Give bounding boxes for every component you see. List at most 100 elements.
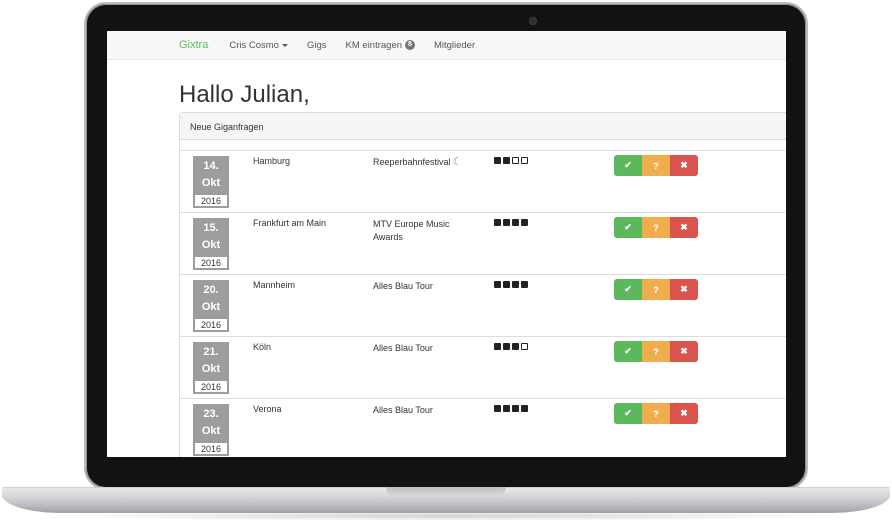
accept-button[interactable]: ✔ bbox=[614, 217, 642, 238]
date-year: 2016 bbox=[194, 380, 228, 393]
date-day: 21. bbox=[203, 346, 219, 358]
decline-button[interactable]: ✖ bbox=[670, 403, 698, 424]
date-box: 23. Okt 2016 bbox=[193, 404, 229, 456]
brand-link[interactable]: Gixtra bbox=[179, 39, 208, 51]
date-month: Okt bbox=[201, 301, 221, 313]
nav-item-gigs[interactable]: Gigs bbox=[307, 40, 327, 51]
decline-button[interactable]: ✖ bbox=[670, 279, 698, 300]
km-count-badge: 8 bbox=[405, 40, 415, 50]
decline-button[interactable]: ✖ bbox=[670, 341, 698, 362]
gig-event-name: Alles Blau Tour bbox=[373, 405, 433, 415]
accept-button[interactable]: ✔ bbox=[614, 155, 642, 176]
rating-dot bbox=[494, 405, 501, 412]
user-dropdown-label: Cris Cosmo bbox=[229, 39, 279, 51]
nav-item-km-label: KM eintragen bbox=[345, 39, 403, 51]
rating-dot bbox=[503, 343, 510, 350]
rating-dot bbox=[521, 343, 528, 350]
date-year: 2016 bbox=[194, 318, 228, 331]
rating-dot bbox=[494, 219, 501, 226]
gig-row: 14. Okt 2016 Hamburg Reeperbahnfestival ☾ ✔? ✖ bbox=[180, 150, 786, 212]
maybe-button[interactable]: ? bbox=[642, 403, 670, 424]
date-box: 20. Okt 2016 bbox=[193, 280, 229, 332]
maybe-button[interactable]: ? bbox=[642, 341, 670, 362]
response-buttons: ✔? ✖ bbox=[614, 217, 698, 238]
panel-heading: Neue Giganfragen bbox=[180, 113, 786, 140]
gig-requests-panel: Neue Giganfragen 14. Okt 2016 Hamburg Reeper… bbox=[179, 112, 786, 457]
date-year: 2016 bbox=[194, 256, 228, 269]
gig-event: Reeperbahnfestival ☾ bbox=[373, 156, 473, 169]
decline-button[interactable]: ✖ bbox=[670, 217, 698, 238]
camera-icon bbox=[529, 17, 537, 25]
rating-dot bbox=[512, 281, 519, 288]
rating bbox=[494, 405, 528, 412]
chevron-down-icon bbox=[281, 43, 288, 47]
date-day: 14. bbox=[203, 160, 219, 172]
rating-dot bbox=[521, 405, 528, 412]
rating-dot bbox=[512, 157, 519, 164]
gig-event: MTV Europe Music Awards bbox=[373, 218, 473, 244]
user-dropdown[interactable]: Cris Cosmo bbox=[229, 40, 288, 51]
navbar: Gixtra Cris Cosmo Gigs KM eintragen 8 Mi… bbox=[107, 31, 786, 60]
laptop-notch bbox=[386, 487, 506, 497]
gig-city: Hamburg bbox=[253, 156, 291, 166]
rating-dot bbox=[503, 157, 510, 164]
nav-item-km[interactable]: KM eintragen 8 bbox=[346, 40, 415, 51]
rating-dot bbox=[494, 157, 501, 164]
gig-event-name: Alles Blau Tour bbox=[373, 343, 433, 353]
rating-dot bbox=[494, 281, 501, 288]
date-box: 21. Okt 2016 bbox=[193, 342, 229, 394]
moon-icon: ☾ bbox=[452, 156, 463, 168]
gig-row: 23. Okt 2016 Verona Alles Blau Tour ✔? ✖ bbox=[180, 398, 786, 457]
date-box: 15. Okt 2016 bbox=[193, 218, 229, 270]
accept-button[interactable]: ✔ bbox=[614, 403, 642, 424]
rating-dot bbox=[521, 219, 528, 226]
date-month: Okt bbox=[201, 425, 221, 437]
gig-event: Alles Blau Tour bbox=[373, 280, 473, 293]
maybe-button[interactable]: ? bbox=[642, 217, 670, 238]
gig-event: Alles Blau Tour bbox=[373, 404, 473, 417]
maybe-button[interactable]: ? bbox=[642, 155, 670, 176]
response-buttons: ✔? ✖ bbox=[614, 155, 698, 176]
response-buttons: ✔? ✖ bbox=[614, 341, 698, 362]
accept-button[interactable]: ✔ bbox=[614, 279, 642, 300]
rating-dot bbox=[512, 219, 519, 226]
date-day: 20. bbox=[203, 284, 219, 296]
rating-dot bbox=[503, 219, 510, 226]
rating-dot bbox=[521, 281, 528, 288]
rating bbox=[494, 343, 528, 350]
response-buttons: ✔? ✖ bbox=[614, 279, 698, 300]
gig-row: 15. Okt 2016 Frankfurt am Main MTV Europe Mu… bbox=[180, 212, 786, 274]
rating bbox=[494, 219, 528, 226]
gig-city: Frankfurt am Main bbox=[253, 218, 327, 228]
gig-event-name: Reeperbahnfestival bbox=[373, 157, 451, 167]
accept-button[interactable]: ✔ bbox=[614, 341, 642, 362]
screen: Gixtra Cris Cosmo Gigs KM eintragen 8 Mi… bbox=[107, 31, 786, 457]
rating-dot bbox=[503, 405, 510, 412]
decline-button[interactable]: ✖ bbox=[670, 155, 698, 176]
gig-city: Köln bbox=[253, 342, 272, 352]
gig-event-name: MTV Europe Music Awards bbox=[373, 219, 450, 242]
date-year: 2016 bbox=[194, 442, 228, 455]
date-month: Okt bbox=[201, 177, 221, 189]
rating-dot bbox=[503, 281, 510, 288]
date-box: 14. Okt 2016 bbox=[193, 156, 229, 208]
date-day: 15. bbox=[203, 222, 219, 234]
page-title: Hallo Julian, bbox=[179, 81, 310, 108]
gig-row: 21. Okt 2016 Köln Alles Blau Tour ✔? ✖ bbox=[180, 336, 786, 398]
date-year: 2016 bbox=[194, 194, 228, 207]
rating-dot bbox=[512, 405, 519, 412]
date-day: 23. bbox=[203, 408, 219, 420]
nav-item-members[interactable]: Mitglieder bbox=[434, 40, 475, 51]
rating bbox=[494, 157, 528, 164]
gig-event-name: Alles Blau Tour bbox=[373, 281, 433, 291]
maybe-button[interactable]: ? bbox=[642, 279, 670, 300]
rating-dot bbox=[494, 343, 501, 350]
gig-city: Mannheim bbox=[253, 280, 296, 290]
date-month: Okt bbox=[201, 239, 221, 251]
response-buttons: ✔? ✖ bbox=[614, 403, 698, 424]
gig-row: 20. Okt 2016 Mannheim Alles Blau Tour ✔? ✖ bbox=[180, 274, 786, 336]
gig-city: Verona bbox=[253, 404, 282, 414]
gig-event: Alles Blau Tour bbox=[373, 342, 473, 355]
rating-dot bbox=[521, 157, 528, 164]
rating bbox=[494, 281, 528, 288]
